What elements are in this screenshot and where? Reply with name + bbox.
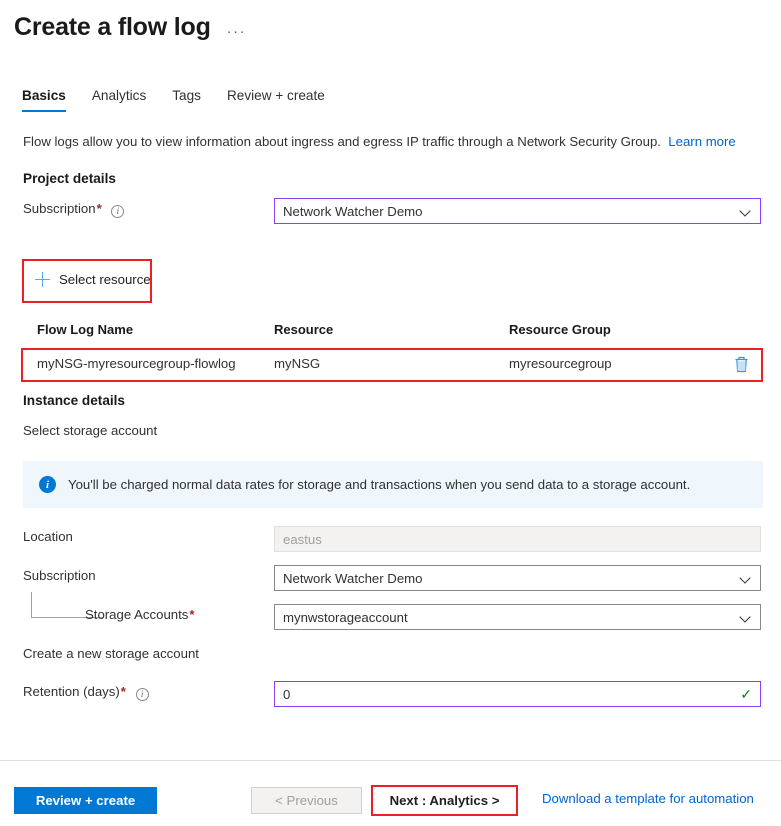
info-icon[interactable]: i — [111, 205, 124, 218]
download-template-link[interactable]: Download a template for automation — [542, 791, 754, 806]
required-marker: * — [121, 684, 126, 699]
required-marker: * — [97, 201, 102, 216]
required-marker: * — [189, 607, 194, 622]
storage-accounts-row: Storage Accounts* mynwstorageaccount — [23, 604, 763, 630]
trash-icon[interactable] — [734, 355, 749, 373]
subscription-value: Network Watcher Demo — [283, 204, 734, 219]
retention-label: Retention (days)* i — [23, 684, 149, 700]
retention-value: 0 — [283, 687, 734, 702]
column-header-resource-group: Resource Group — [509, 322, 611, 337]
tab-review-create[interactable]: Review + create — [214, 88, 338, 112]
valid-check-icon: ✓ — [740, 688, 752, 700]
review-create-button[interactable]: Review + create — [14, 787, 157, 814]
create-flow-log-page: Create a flow log ··· Basics Analytics T… — [0, 0, 781, 826]
chevron-down-icon — [740, 611, 752, 623]
storage-accounts-label: Storage Accounts* — [85, 607, 195, 622]
tab-bar: Basics Analytics Tags Review + create — [22, 88, 338, 112]
location-row: Location eastus — [23, 526, 763, 552]
info-circle-icon: i — [39, 476, 56, 493]
tab-analytics[interactable]: Analytics — [79, 88, 159, 112]
info-banner: i You'll be charged normal data rates fo… — [23, 461, 763, 508]
storage-accounts-value: mynwstorageaccount — [283, 610, 734, 625]
tab-basics[interactable]: Basics — [22, 88, 79, 112]
chevron-down-icon — [740, 572, 752, 584]
retention-input[interactable]: 0 ✓ — [274, 681, 761, 707]
column-header-flow-log-name: Flow Log Name — [37, 322, 133, 337]
create-storage-account-link[interactable]: Create a new storage account — [23, 646, 199, 661]
cell-flow-log-name: myNSG-myresourcegroup-flowlog — [37, 356, 236, 371]
retention-row: Retention (days)* i 0 ✓ — [23, 681, 763, 707]
more-options-icon[interactable]: ··· — [227, 16, 247, 38]
location-field: eastus — [274, 526, 761, 552]
info-banner-text: You'll be charged normal data rates for … — [68, 477, 690, 492]
project-details-heading: Project details — [23, 171, 116, 186]
storage-accounts-dropdown[interactable]: mynwstorageaccount — [274, 604, 761, 630]
footer-divider — [0, 760, 781, 761]
select-resource-label: Select resource — [59, 272, 151, 287]
info-icon[interactable]: i — [136, 688, 149, 701]
instance-subscription-value: Network Watcher Demo — [283, 571, 734, 586]
learn-more-link[interactable]: Learn more — [668, 134, 735, 149]
next-analytics-button[interactable]: Next : Analytics > — [373, 787, 516, 814]
instance-subscription-dropdown[interactable]: Network Watcher Demo — [274, 565, 761, 591]
table-row[interactable]: myNSG-myresourcegroup-flowlog myNSG myre… — [24, 350, 759, 380]
instance-details-heading: Instance details — [23, 393, 125, 408]
chevron-down-icon — [740, 205, 752, 217]
page-header: Create a flow log ··· — [14, 10, 246, 44]
select-resource-button[interactable]: Select resource — [27, 265, 163, 294]
subscription-dropdown[interactable]: Network Watcher Demo — [274, 198, 761, 224]
resource-table-header: Flow Log Name Resource Resource Group — [23, 322, 763, 342]
cell-resource: myNSG — [274, 356, 320, 371]
instance-subscription-row: Subscription Network Watcher Demo — [23, 565, 763, 591]
location-label: Location — [23, 529, 73, 544]
instance-subscription-label: Subscription — [23, 568, 96, 583]
page-description: Flow logs allow you to view information … — [23, 133, 736, 151]
page-title: Create a flow log — [14, 10, 211, 44]
subscription-row: Subscription* i Network Watcher Demo — [23, 198, 763, 224]
plus-icon — [35, 272, 50, 287]
subscription-label: Subscription* i — [23, 201, 124, 217]
column-header-resource: Resource — [274, 322, 333, 337]
select-storage-account-label: Select storage account — [23, 423, 157, 438]
description-text: Flow logs allow you to view information … — [23, 134, 661, 149]
previous-button: < Previous — [251, 787, 362, 814]
tab-tags[interactable]: Tags — [159, 88, 214, 112]
location-value: eastus — [283, 532, 752, 547]
cell-resource-group: myresourcegroup — [509, 356, 612, 371]
